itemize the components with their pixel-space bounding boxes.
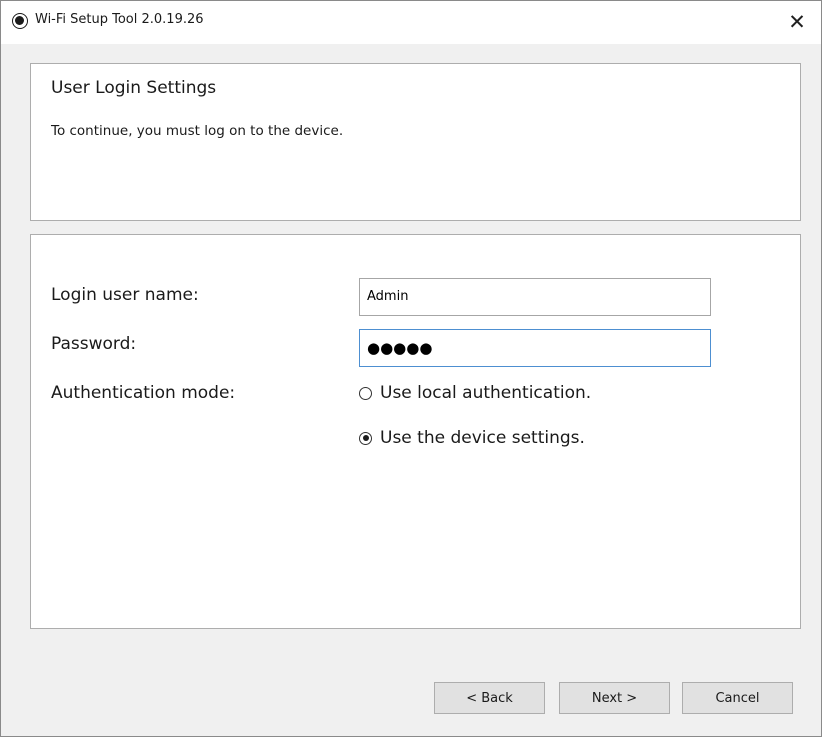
next-button[interactable]: Next >: [559, 682, 670, 714]
radio-label-device: Use the device settings.: [380, 428, 585, 448]
page-title: User Login Settings: [51, 78, 217, 98]
authentication-mode-label: Authentication mode:: [51, 383, 236, 403]
radio-label-local: Use local authentication.: [380, 383, 592, 403]
password-masked-value: ●●●●●: [367, 339, 433, 357]
login-form-panel: Login user name: Admin Password: ●●●●● A…: [30, 234, 801, 629]
username-input[interactable]: Admin: [359, 278, 711, 316]
radio-unchecked-icon[interactable]: [359, 386, 372, 400]
radio-device-settings[interactable]: Use the device settings.: [359, 428, 585, 448]
wifi-setup-window: Wi-Fi Setup Tool 2.0.19.26 ✕ User Login …: [0, 0, 822, 737]
username-label: Login user name:: [51, 285, 199, 305]
radio-local-authentication[interactable]: Use local authentication.: [359, 383, 591, 403]
password-label: Password:: [51, 334, 137, 354]
radio-checked-icon[interactable]: [359, 431, 372, 445]
back-button[interactable]: < Back: [434, 682, 545, 714]
page-description: To continue, you must log on to the devi…: [51, 123, 344, 139]
title-bar: Wi-Fi Setup Tool 2.0.19.26 ✕: [1, 1, 821, 44]
close-icon[interactable]: ✕: [775, 3, 819, 41]
password-input[interactable]: ●●●●●: [359, 329, 711, 367]
cancel-button[interactable]: Cancel: [682, 682, 793, 714]
window-title: Wi-Fi Setup Tool 2.0.19.26: [35, 12, 204, 27]
header-panel: User Login Settings To continue, you mus…: [30, 63, 801, 221]
app-icon: [12, 13, 28, 29]
